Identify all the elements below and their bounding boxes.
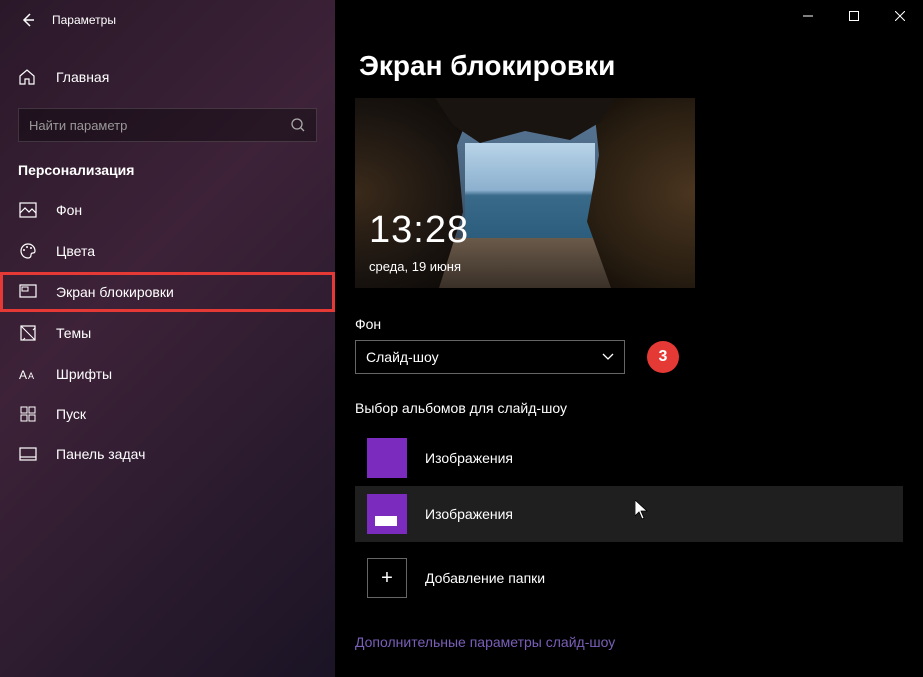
sidebar-item-colors[interactable]: Цвета bbox=[0, 230, 335, 272]
preview-date: среда, 19 июня bbox=[369, 259, 461, 274]
back-button[interactable] bbox=[12, 4, 44, 36]
lockscreen-preview: 13:28 среда, 19 июня bbox=[355, 98, 695, 288]
add-folder-button[interactable]: + Добавление папки bbox=[355, 550, 903, 606]
add-folder-label: Добавление папки bbox=[425, 570, 545, 586]
window-controls bbox=[785, 0, 923, 32]
minimize-icon bbox=[803, 11, 813, 21]
sidebar-item-label: Темы bbox=[56, 325, 91, 341]
dropdown-value: Слайд-шоу bbox=[366, 349, 439, 365]
home-icon bbox=[18, 68, 38, 86]
sidebar-item-themes[interactable]: Темы bbox=[0, 312, 335, 354]
section-header: Персонализация bbox=[0, 142, 335, 190]
search-input[interactable] bbox=[29, 118, 290, 133]
sidebar-item-label: Панель задач bbox=[56, 446, 145, 462]
maximize-icon bbox=[849, 11, 859, 21]
window-title: Параметры bbox=[52, 13, 116, 27]
chevron-down-icon bbox=[602, 353, 614, 361]
background-dropdown[interactable]: Слайд-шоу bbox=[355, 340, 625, 374]
titlebar: Параметры bbox=[0, 0, 335, 40]
close-icon bbox=[895, 11, 905, 21]
albums-label: Выбор альбомов для слайд-шоу bbox=[355, 400, 903, 416]
arrow-left-icon bbox=[20, 12, 36, 28]
maximize-button[interactable] bbox=[831, 0, 877, 32]
search-icon bbox=[290, 117, 306, 133]
start-icon bbox=[18, 406, 38, 422]
album-thumbnail bbox=[367, 438, 407, 478]
sidebar-item-label: Шрифты bbox=[56, 366, 112, 382]
search-box[interactable] bbox=[18, 108, 317, 142]
sidebar: Параметры Главная Персонализация Фон bbox=[0, 0, 335, 677]
taskbar-icon bbox=[18, 447, 38, 461]
sidebar-item-lockscreen[interactable]: Экран блокировки bbox=[0, 272, 335, 312]
album-name: Изображения bbox=[425, 450, 513, 466]
home-nav[interactable]: Главная bbox=[0, 60, 335, 94]
sidebar-item-label: Цвета bbox=[56, 243, 95, 259]
main-content: Экран блокировки 13:28 среда, 19 июня Фо… bbox=[335, 0, 923, 677]
more-params-link[interactable]: Дополнительные параметры слайд-шоу bbox=[355, 634, 615, 650]
picture-icon bbox=[18, 202, 38, 218]
home-label: Главная bbox=[56, 69, 109, 85]
sidebar-item-label: Экран блокировки bbox=[56, 284, 174, 300]
palette-icon bbox=[18, 242, 38, 260]
album-thumbnail bbox=[367, 494, 407, 534]
sidebar-item-label: Фон bbox=[56, 202, 82, 218]
background-label: Фон bbox=[355, 316, 903, 332]
sidebar-item-start[interactable]: Пуск bbox=[0, 394, 335, 434]
album-item[interactable]: Изображения bbox=[355, 430, 903, 486]
album-item[interactable]: Изображения bbox=[355, 486, 903, 542]
sidebar-item-taskbar[interactable]: Панель задач bbox=[0, 434, 335, 474]
album-name: Изображения bbox=[425, 506, 513, 522]
cursor-icon bbox=[635, 500, 649, 520]
themes-icon bbox=[18, 324, 38, 342]
lockscreen-icon bbox=[18, 284, 38, 300]
svg-text:A: A bbox=[28, 371, 34, 381]
svg-text:A: A bbox=[19, 368, 27, 382]
annotation-badge: 3 bbox=[647, 341, 679, 373]
minimize-button[interactable] bbox=[785, 0, 831, 32]
fonts-icon: AA bbox=[18, 366, 38, 382]
preview-time: 13:28 bbox=[369, 209, 469, 252]
close-button[interactable] bbox=[877, 0, 923, 32]
plus-icon: + bbox=[367, 558, 407, 598]
sidebar-item-label: Пуск bbox=[56, 406, 86, 422]
sidebar-item-background[interactable]: Фон bbox=[0, 190, 335, 230]
sidebar-item-fonts[interactable]: AA Шрифты bbox=[0, 354, 335, 394]
